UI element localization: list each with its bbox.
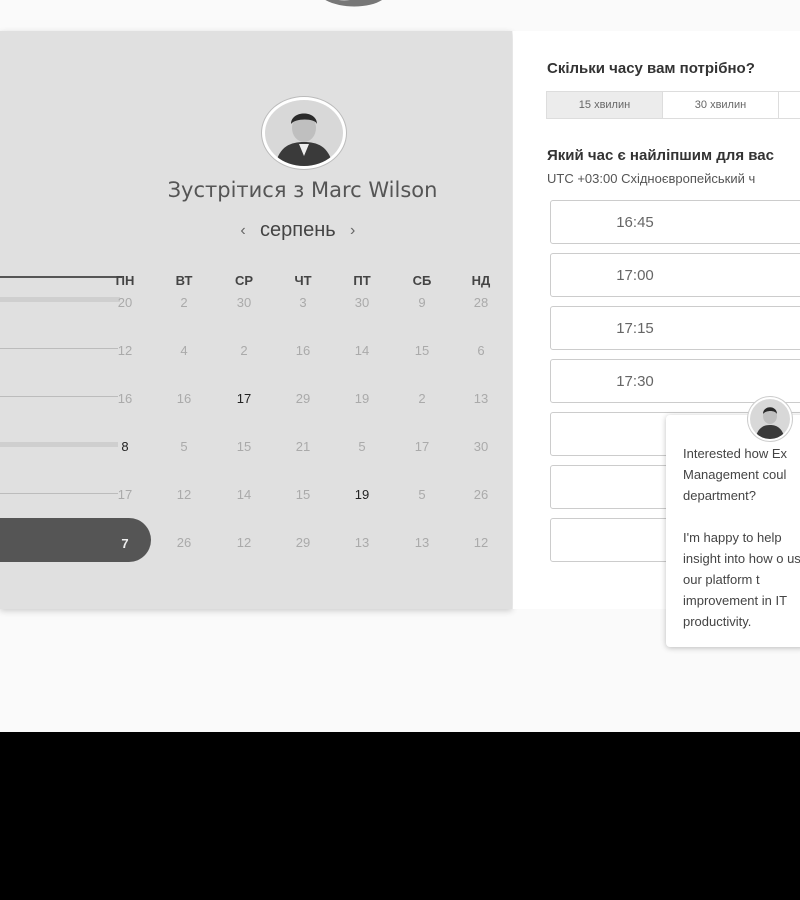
weekday-header: НД [471,273,491,288]
duration-more-button[interactable] [778,91,800,119]
calendar-day[interactable]: 2 [224,343,264,358]
calendar-day[interactable]: 4 [164,343,204,358]
chat-message-paragraph: I'm happy to help insight into how o use… [683,530,800,629]
calendar-day[interactable]: 29 [283,535,323,550]
calendar-day[interactable]: 13 [461,391,501,406]
calendar-day[interactable]: 19 [342,391,382,406]
calendar-day[interactable]: 21 [283,439,323,454]
weekday-header: ЧТ [294,273,312,288]
week-line [0,396,118,397]
host-avatar [262,97,346,169]
week-line [0,348,118,349]
week-line [0,493,118,494]
calendar-day[interactable]: 29 [283,391,323,406]
month-navigation: ‹ серпень › [232,219,364,242]
calendar-day[interactable]: 9 [402,295,442,310]
calendar-day[interactable]: 13 [342,535,382,550]
time-slot-button[interactable]: 17:30 [550,359,800,403]
calendar-day[interactable]: 30 [224,295,264,310]
calendar-day[interactable]: 28 [461,295,501,310]
booking-page: Зустрітися з Marc Wilson ‹ серпень › ПН В… [0,0,800,732]
next-month-icon[interactable]: › [342,222,364,240]
calendar-day[interactable]: 7 [110,536,140,551]
time-slot-button[interactable]: 16:45 [550,200,800,244]
calendar-day[interactable]: 15 [224,439,264,454]
calendar-day[interactable]: 12 [164,487,204,502]
chat-agent-avatar[interactable] [748,397,792,441]
person-photo-icon [265,100,343,166]
weekday-header: ПТ [353,273,371,288]
calendar-divider [0,276,122,278]
time-slot-button[interactable]: 17:15 [550,306,800,350]
time-question: Який час є найліпшим для вас [547,147,774,164]
calendar-panel: Зустрітися з Marc Wilson ‹ серпень › ПН В… [0,31,512,609]
duration-question: Скільки часу вам потрібно? [547,60,755,77]
calendar-day[interactable]: 14 [342,343,382,358]
timezone-label[interactable]: UTC +03:00 Східноєвропейський ч [547,171,755,186]
logo-icon [325,0,382,7]
calendar-day[interactable]: 14 [224,487,264,502]
calendar-day[interactable]: 12 [461,535,501,550]
calendar-day[interactable]: 5 [402,487,442,502]
duration-15-button[interactable]: 15 хвилин [546,91,663,119]
week-bar [0,442,118,447]
calendar-day[interactable]: 6 [461,343,501,358]
calendar-day[interactable]: 17 [402,439,442,454]
month-label: серпень [260,219,336,241]
calendar-day[interactable]: 17 [105,487,145,502]
prev-month-icon[interactable]: ‹ [232,222,254,240]
calendar-day[interactable]: 2 [402,391,442,406]
weekday-header: СБ [412,273,432,288]
calendar-day[interactable]: 12 [224,535,264,550]
calendar-day[interactable]: 5 [342,439,382,454]
person-photo-icon [750,399,790,439]
calendar-day[interactable]: 30 [461,439,501,454]
calendar-day[interactable]: 20 [105,295,145,310]
calendar-day[interactable]: 5 [164,439,204,454]
calendar-day[interactable]: 16 [105,391,145,406]
calendar-day[interactable]: 15 [283,487,323,502]
calendar-day[interactable]: 19 [342,487,382,502]
calendar-day[interactable]: 16 [283,343,323,358]
calendar-day[interactable]: 12 [105,343,145,358]
calendar-day[interactable]: 16 [164,391,204,406]
calendar-day[interactable]: 8 [105,439,145,454]
calendar-day[interactable]: 3 [283,295,323,310]
weekday-header: ПН [115,273,135,288]
chat-message-paragraph: Interested how Ex Management coul depart… [683,446,788,503]
calendar-day[interactable]: 13 [402,535,442,550]
calendar-day[interactable]: 2 [164,295,204,310]
weekday-header: СР [234,273,254,288]
calendar-day[interactable]: 17 [224,391,264,406]
calendar-day[interactable]: 30 [342,295,382,310]
calendar-day[interactable]: 26 [461,487,501,502]
week-bar [0,297,120,302]
weekday-header: ВТ [175,273,193,288]
chat-message: Interested how Ex Management coul depart… [683,443,800,632]
duration-30-button[interactable]: 30 хвилин [662,91,779,119]
time-slot-button[interactable]: 17:00 [550,253,800,297]
duration-options: 15 хвилин 30 хвилин [546,91,800,119]
calendar-day[interactable]: 26 [164,535,204,550]
calendar-day[interactable]: 15 [402,343,442,358]
